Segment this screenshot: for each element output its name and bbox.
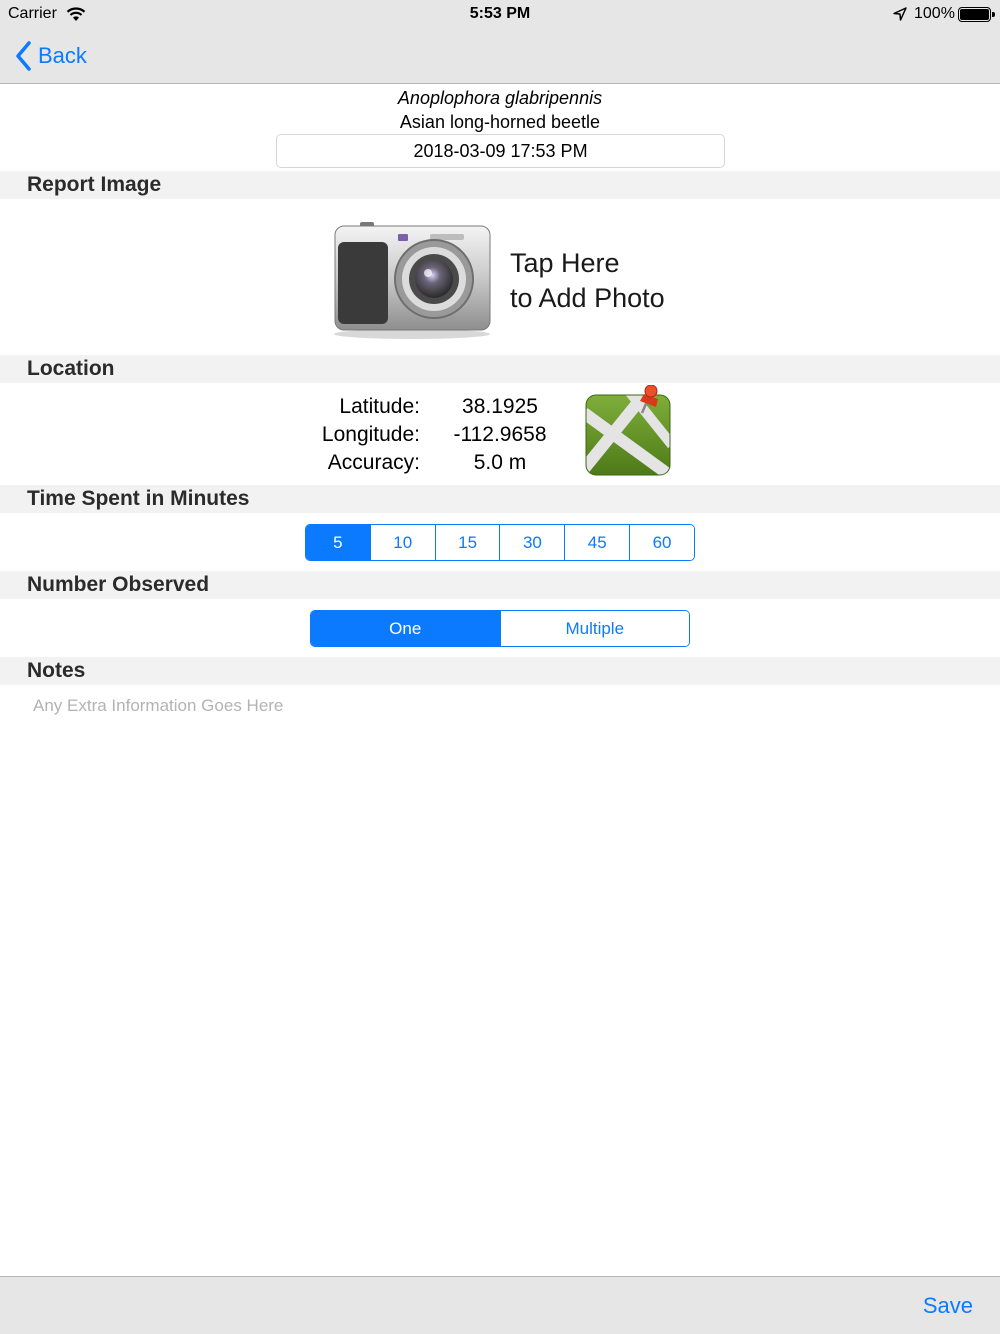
notes-input[interactable] <box>27 694 973 1254</box>
battery-icon <box>958 7 995 22</box>
add-photo-label: Tap Here to Add Photo <box>510 246 665 316</box>
battery-percent: 100% <box>914 5 955 22</box>
longitude-value: -112.9658 <box>453 423 547 446</box>
navigation-bar: Back <box>0 28 1000 84</box>
location-arrow-icon <box>893 7 907 21</box>
status-bar: Carrier 5:53 PM 100% <box>0 0 1000 28</box>
section-header-notes: Notes <box>0 657 1000 685</box>
add-photo-line-1: Tap Here <box>510 248 620 278</box>
time-spent-segmented-control[interactable]: 5 10 15 30 45 60 <box>305 524 695 561</box>
location-labels: Latitude: Longitude: Accuracy: <box>270 393 420 477</box>
section-title: Notes <box>27 659 86 682</box>
section-header-report-image: Report Image <box>0 171 1000 199</box>
section-title: Location <box>27 357 115 380</box>
section-header-time-spent: Time Spent in Minutes <box>0 485 1000 513</box>
add-photo-line-2: to Add Photo <box>510 283 665 313</box>
back-label: Back <box>38 43 87 68</box>
common-name: Asian long-horned beetle <box>399 112 601 132</box>
camera-icon <box>334 222 491 339</box>
segment-minutes-10[interactable]: 10 <box>369 525 435 560</box>
section-title: Time Spent in Minutes <box>27 487 250 510</box>
segment-minutes-30[interactable]: 30 <box>499 525 565 560</box>
status-time: 5:53 PM <box>469 5 531 22</box>
latitude-value: 38.1925 <box>462 395 538 418</box>
segment-minutes-45[interactable]: 45 <box>564 525 630 560</box>
number-observed-segmented-control[interactable]: One Multiple <box>310 610 690 647</box>
segment-minutes-60[interactable]: 60 <box>629 525 694 560</box>
section-header-number-observed: Number Observed <box>0 571 1000 599</box>
date-field[interactable]: 2018-03-09 17:53 PM <box>276 134 725 168</box>
save-button[interactable]: Save <box>923 1293 973 1319</box>
accuracy-label: Accuracy: <box>327 451 420 474</box>
segment-count-one[interactable]: One <box>311 611 500 646</box>
segment-minutes-5[interactable]: 5 <box>306 525 370 560</box>
longitude-label: Longitude: <box>321 423 420 446</box>
section-header-location: Location <box>0 355 1000 383</box>
bottom-toolbar: Save <box>0 1276 1000 1334</box>
latitude-label: Latitude: <box>339 395 420 418</box>
add-photo-button[interactable]: Tap Here to Add Photo <box>330 218 690 340</box>
segment-minutes-15[interactable]: 15 <box>434 525 500 560</box>
segment-count-multiple[interactable]: Multiple <box>499 611 689 646</box>
map-pin-icon[interactable] <box>584 385 672 477</box>
back-button[interactable]: Back <box>14 38 87 74</box>
accuracy-value: 5.0 m <box>473 451 527 474</box>
section-title: Report Image <box>27 173 162 196</box>
section-title: Number Observed <box>27 573 210 596</box>
location-values: 38.1925 -112.9658 5.0 m <box>440 393 560 477</box>
scientific-name: Anoplophora glabripennis <box>397 88 603 108</box>
chevron-left-icon <box>16 41 31 71</box>
